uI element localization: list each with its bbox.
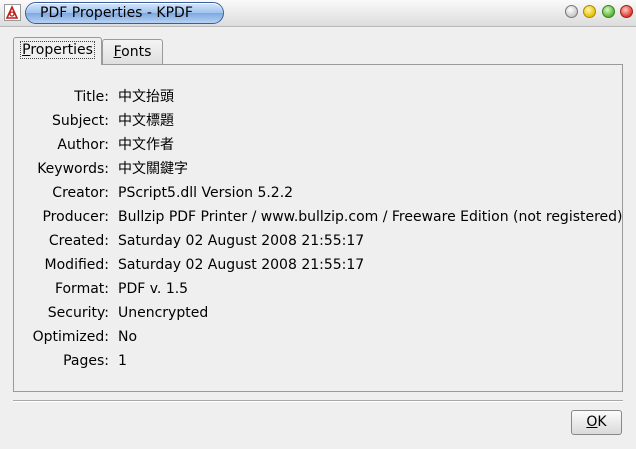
property-value: 中文標題 — [118, 113, 174, 129]
property-row-modified: Modified: Saturday 02 August 2008 21:55:… — [14, 253, 614, 277]
property-row-optimized: Optimized: No — [14, 325, 614, 349]
property-row-keywords: Keywords: 中文關鍵字 — [14, 157, 614, 181]
property-value: PScript5.dll Version 5.2.2 — [118, 185, 294, 201]
property-label: Keywords: — [37, 161, 109, 177]
separator-line — [13, 400, 623, 402]
property-row-pages: Pages: 1 — [14, 349, 614, 373]
pdf-document-icon[interactable] — [4, 4, 21, 21]
properties-panel: Title: 中文抬頭 Subject: 中文標題 Author: 中文作者 K… — [13, 64, 623, 392]
property-row-author: Author: 中文作者 — [14, 133, 614, 157]
property-value: Saturday 02 August 2008 21:55:17 — [118, 233, 365, 249]
window-title: PDF Properties - KPDF — [40, 5, 193, 21]
tab-fonts-rest: onts — [121, 44, 152, 60]
property-value: Bullzip PDF Printer / www.bullzip.com / … — [118, 209, 623, 225]
window-red-icon[interactable] — [620, 5, 633, 18]
property-value: Unencrypted — [118, 305, 209, 321]
property-row-title: Title: 中文抬頭 — [14, 85, 614, 109]
property-label: Author: — [57, 137, 109, 153]
property-label: Modified: — [44, 257, 109, 273]
property-value: 中文關鍵字 — [118, 161, 188, 177]
title-bar[interactable]: PDF Properties - KPDF — [0, 0, 636, 27]
tab-properties[interactable]: Properties — [13, 37, 102, 65]
property-value: PDF v. 1.5 — [118, 281, 189, 297]
property-row-producer: Producer: Bullzip PDF Printer / www.bull… — [14, 205, 622, 229]
property-label: Subject: — [51, 113, 109, 129]
window-yellow-icon[interactable] — [583, 5, 597, 18]
ok-button-rest: K — [597, 414, 607, 430]
window-title-pill: PDF Properties - KPDF — [25, 2, 224, 24]
property-label: Pages: — [63, 353, 109, 369]
property-row-subject: Subject: 中文標題 — [14, 109, 614, 133]
window-buttons — [564, 5, 633, 21]
property-row-creator: Creator: PScript5.dll Version 5.2.2 — [14, 181, 614, 205]
property-label: Title: — [74, 89, 109, 105]
property-value: Saturday 02 August 2008 21:55:17 — [118, 257, 365, 273]
property-label: Format: — [54, 281, 109, 297]
property-value: 中文作者 — [118, 137, 174, 153]
window-gray-icon[interactable] — [564, 5, 578, 18]
property-label: Created: — [48, 233, 109, 249]
tab-properties-label: Properties — [20, 41, 95, 59]
property-value: No — [118, 329, 138, 345]
property-value: 1 — [118, 353, 127, 369]
tab-properties-rest: roperties — [30, 42, 93, 58]
window-green-icon[interactable] — [601, 5, 615, 18]
ok-button[interactable]: OK — [571, 410, 622, 435]
property-label: Optimized: — [32, 329, 109, 345]
property-label: Creator: — [52, 185, 109, 201]
property-row-format: Format: PDF v. 1.5 — [14, 277, 614, 301]
property-value: 中文抬頭 — [118, 89, 174, 105]
property-row-created: Created: Saturday 02 August 2008 21:55:1… — [14, 229, 614, 253]
tab-fonts-label: Fonts — [114, 44, 152, 60]
tab-fonts[interactable]: Fonts — [102, 39, 163, 65]
property-label: Producer: — [42, 209, 109, 225]
property-label: Security: — [47, 305, 109, 321]
ok-button-accel: O — [586, 414, 598, 430]
property-row-security: Security: Unencrypted — [14, 301, 614, 325]
